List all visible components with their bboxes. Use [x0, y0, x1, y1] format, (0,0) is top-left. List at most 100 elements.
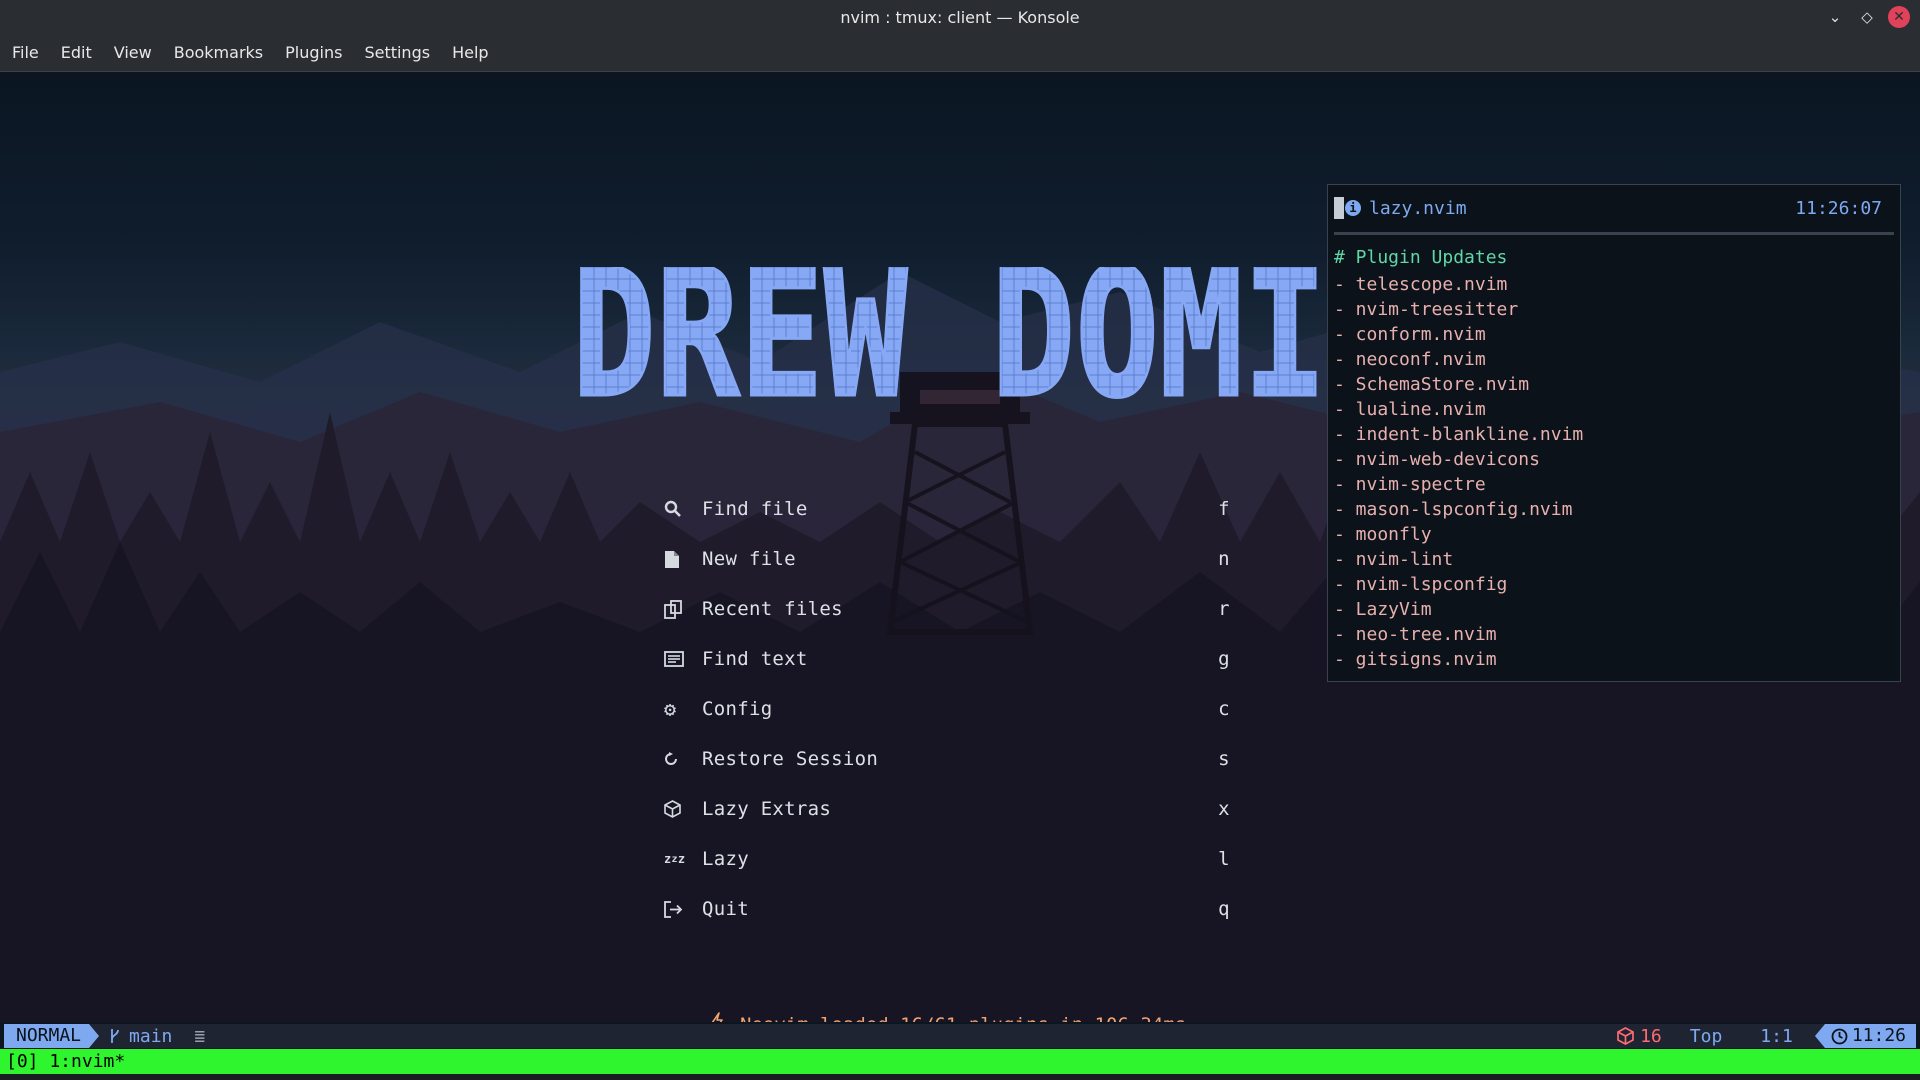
sleep-icon: zzz — [664, 852, 686, 866]
menu-file[interactable]: File — [2, 43, 51, 62]
list-item: - SchemaStore.nvim — [1334, 374, 1530, 395]
list-item: - nvim-lint — [1334, 549, 1454, 570]
list-item: - mason-lspconfig.nvim — [1334, 499, 1573, 520]
list-item: - indent-blankline.nvim — [1334, 424, 1584, 445]
mode-separator — [89, 1024, 100, 1048]
bottom-edge — [0, 1074, 1920, 1080]
package-icon — [1617, 1027, 1634, 1045]
dashboard-item-label: Recent files — [702, 598, 843, 620]
dashboard-item-restore-session[interactable]: Restore Session s — [664, 739, 1234, 779]
plugin-update-list: - telescope.nvim - nvim-treesitter - con… — [1334, 272, 1583, 672]
list-item: - nvim-web-devicons — [1334, 449, 1540, 470]
maximize-button[interactable]: ◇ — [1856, 6, 1878, 28]
dashboard-item-key: s — [1218, 748, 1230, 770]
clock-icon — [1831, 1028, 1848, 1044]
list-item: - nvim-spectre — [1334, 474, 1486, 495]
nvim-statusline: NORMAL main ≣ 16 Top 1:1 11:26 — [4, 1024, 1916, 1048]
logo-text: DREW DOMI — [572, 267, 1327, 417]
cursor-block — [1334, 197, 1344, 219]
list-item: - nvim-treesitter — [1334, 299, 1519, 320]
menu-help[interactable]: Help — [442, 43, 500, 62]
dashboard-item-label: Lazy — [702, 848, 749, 870]
list-item: - nvim-lspconfig — [1334, 574, 1508, 595]
statusline-right: 16 Top 1:1 11:26 — [1617, 1024, 1916, 1048]
search-icon — [664, 500, 694, 518]
window-titlebar: nvim : tmux: client — Konsole ⌄ ◇ ✕ — [0, 0, 1920, 34]
recent-files-icon — [664, 599, 694, 619]
text-box-icon — [664, 651, 694, 667]
git-branch-icon — [111, 1029, 119, 1043]
dashboard-item-label: Quit — [702, 898, 749, 920]
list-item: - lualine.nvim — [1334, 399, 1486, 420]
dashboard-item-new-file[interactable]: New file n — [664, 539, 1234, 579]
dashboard-item-key: l — [1218, 848, 1230, 870]
list-item: - telescope.nvim — [1334, 274, 1508, 295]
dashboard-item-find-file[interactable]: Find file f — [664, 489, 1234, 529]
list-item: - neoconf.nvim — [1334, 349, 1486, 370]
menu-plugins[interactable]: Plugins — [275, 43, 354, 62]
window-title: nvim : tmux: client — Konsole — [840, 7, 1080, 27]
notification-title: lazy.nvim — [1369, 197, 1467, 219]
dashboard-item-label: Find file — [702, 498, 808, 520]
menu-edit[interactable]: Edit — [51, 43, 104, 62]
dashboard-item-key: r — [1218, 598, 1230, 620]
clock: 11:26 — [1824, 1024, 1916, 1048]
cursor-position: 1:1 — [1760, 1025, 1793, 1047]
list-item: - conform.nvim — [1334, 324, 1486, 345]
dashboard-item-key: f — [1218, 498, 1230, 520]
list-item: - moonfly — [1334, 524, 1432, 545]
dashboard-item-lazy-extras[interactable]: Lazy Extras x — [664, 789, 1234, 829]
startup-stats-text: Neovim loaded 16/61 plugins in 106.34ms — [740, 1014, 1186, 1023]
close-button[interactable]: ✕ — [1888, 6, 1910, 28]
list-item: - LazyVim — [1334, 599, 1432, 620]
notification-time: 11:26:07 — [1795, 197, 1882, 219]
menu-view[interactable]: View — [104, 43, 164, 62]
notification-header: i lazy.nvim 11:26:07 — [1334, 195, 1894, 221]
git-branch-name: main — [129, 1025, 173, 1047]
startup-stats: Neovim loaded 16/61 plugins in 106.34ms — [710, 1012, 1186, 1022]
notification-divider — [1334, 232, 1894, 235]
mode-indicator: NORMAL — [4, 1024, 90, 1048]
lines-icon: ≣ — [194, 1025, 206, 1047]
dashboard-item-quit[interactable]: Quit q — [664, 889, 1234, 929]
dashboard-item-find-text[interactable]: Find text g — [664, 639, 1234, 679]
info-icon: i — [1345, 200, 1361, 216]
clock-time: 11:26 — [1851, 1025, 1906, 1046]
exit-icon — [664, 900, 694, 918]
menu-settings[interactable]: Settings — [354, 43, 442, 62]
dashboard-item-key: x — [1218, 798, 1230, 820]
list-item: - gitsigns.nvim — [1334, 649, 1497, 670]
menu-bookmarks[interactable]: Bookmarks — [164, 43, 275, 62]
git-branch: main — [109, 1026, 172, 1047]
dashboard-item-label: Config — [702, 698, 773, 720]
minimize-button[interactable]: ⌄ — [1824, 6, 1846, 28]
list-item: - neo-tree.nvim — [1334, 624, 1497, 645]
diagnostics: 16 — [1617, 1026, 1662, 1047]
clock-separator — [1814, 1024, 1825, 1048]
dashboard-item-key: c — [1218, 698, 1230, 720]
dashboard-item-label: Restore Session — [702, 748, 879, 770]
dashboard-item-lazy[interactable]: zzz Lazy l — [664, 839, 1234, 879]
dashboard-item-label: Lazy Extras — [702, 798, 832, 820]
dashboard-item-config[interactable]: ⚙ Config c — [664, 689, 1234, 729]
dashboard-item-label: New file — [702, 548, 796, 570]
restore-icon — [664, 752, 694, 766]
file-icon — [664, 550, 694, 569]
tmux-window-list[interactable]: [0] 1:nvim* — [6, 1051, 125, 1072]
dashboard-item-label: Find text — [702, 648, 808, 670]
notification-heading: # Plugin Updates — [1334, 247, 1508, 268]
dashboard-item-recent-files[interactable]: Recent files r — [664, 589, 1234, 629]
diagnostics-count: 16 — [1640, 1025, 1662, 1047]
terminal-area[interactable]: DREW DOMI Find file f New file n Recent … — [0, 72, 1920, 1022]
gear-icon: ⚙ — [664, 697, 677, 721]
tmux-status-bar[interactable]: [0] 1:nvim* — [0, 1049, 1920, 1074]
dashboard-item-key: q — [1218, 898, 1230, 920]
cube-icon — [664, 800, 694, 818]
menubar: File Edit View Bookmarks Plugins Setting… — [0, 34, 1920, 72]
dashboard-item-key: g — [1218, 648, 1230, 670]
lightning-icon — [710, 1012, 724, 1022]
window-controls: ⌄ ◇ ✕ — [1824, 6, 1910, 28]
notification-popup[interactable]: i lazy.nvim 11:26:07 # Plugin Updates - … — [1327, 184, 1901, 682]
dashboard-logo: DREW DOMI — [571, 267, 1329, 417]
scroll-position: Top — [1689, 1025, 1723, 1047]
